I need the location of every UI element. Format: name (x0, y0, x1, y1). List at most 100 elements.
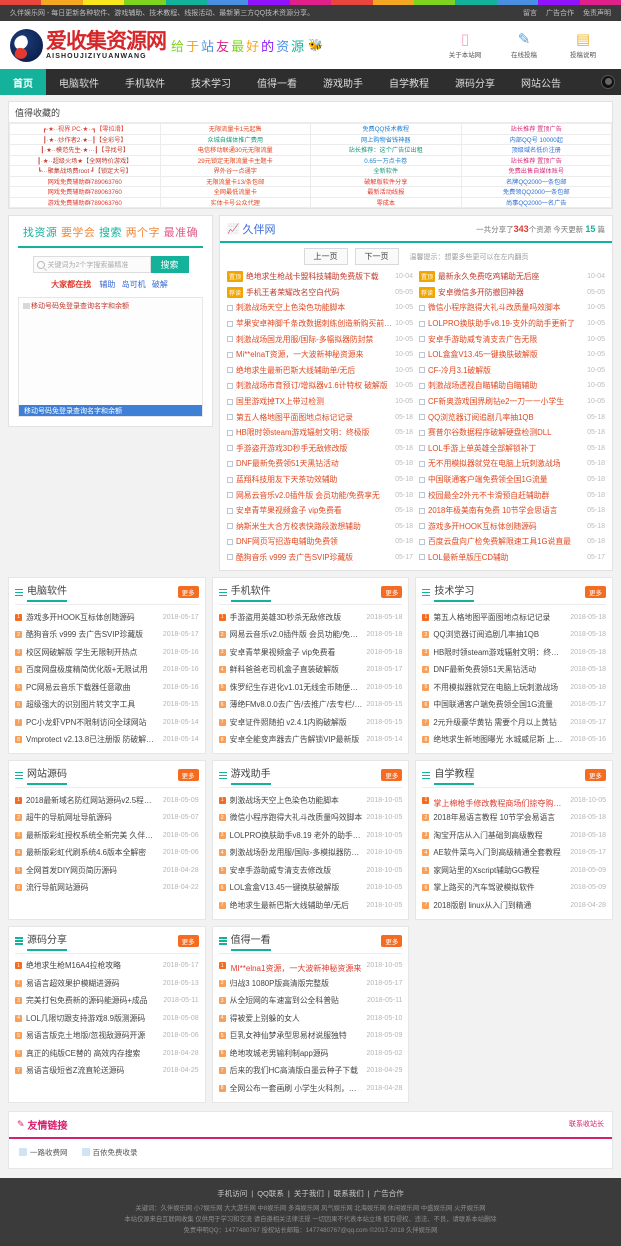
ad-link[interactable]: 网戏免费辅助群789063760 (9, 175, 161, 187)
more-button[interactable]: 更多 (177, 769, 199, 782)
ad-link[interactable]: 零成本 (310, 196, 462, 208)
category-item[interactable]: 3 LOLPRO换肤助手v8.19 老外的助手更新了 2018-10-05 (218, 826, 402, 844)
news-item[interactable]: 酷狗音乐 v999 去广告SVIP珍藏版 05-17 (224, 550, 416, 566)
category-item[interactable]: 7 安卓证件照随拍 v2.4.1内购破解版 2018-05-15 (218, 713, 402, 731)
hot-tag-0[interactable]: 辅助 (99, 280, 115, 289)
ad-link[interactable]: 众城自媒体推广费用 (159, 133, 311, 145)
nav-item-tech-study[interactable]: 技术学习 (178, 69, 244, 95)
news-item[interactable]: 国里游戏掉TX上带过检测 10-05 (224, 394, 416, 410)
ad-link[interactable]: ┗···聚集战场费root ┛【锁定大号】 (9, 165, 161, 177)
more-button[interactable]: 更多 (381, 769, 403, 782)
ad-link[interactable]: 0.65一万点卡卷 (310, 154, 462, 166)
category-item[interactable]: 1 刺激战场天空上色染色功能脚本 2018-10-05 (218, 791, 402, 809)
ad-link[interactable]: 站长推荐：这个广告位出租 (310, 144, 462, 156)
footer-link-ads[interactable]: 广告合作 (374, 1189, 404, 1198)
category-item[interactable]: 6 真正的纯版CE替的 高效内存搜索 2018-04-28 (15, 1044, 199, 1062)
nav-item-pc-software[interactable]: 电脑软件 (46, 69, 112, 95)
news-item[interactable]: 绝地求生最新巴斯大线辅助单/无后 10-05 (224, 363, 416, 379)
ad-link[interactable]: 站长推荐 置顶广告 (460, 154, 612, 166)
news-item[interactable]: 安卓手游助威专清支去广告无限 10-05 (416, 331, 608, 347)
category-item[interactable]: 2 QQ浏览器订阅追剧几率抽1QB 2018-05-18 (422, 626, 606, 644)
category-item[interactable]: 5侏罗纪生存进化v1.01无线金币随便买破解版2018-05-16 (218, 678, 402, 696)
category-item[interactable]: 8 Vmprotect v2.13.8已注册版 防破解程序 2018-05-14 (15, 731, 199, 749)
nav-item-source-share[interactable]: 源码分享 (442, 69, 508, 95)
category-item[interactable]: 5 全网首发DIY网页简历源码 2018-04-28 (15, 861, 199, 879)
ad-link[interactable]: 最新活动线报 (310, 186, 462, 198)
news-item[interactable]: LOL最新单版压CD辅助 05-17 (416, 550, 608, 566)
category-item[interactable]: 8 安卓全能变声器去广告解锁VIP最新版 2018-05-14 (218, 731, 402, 749)
news-item[interactable]: 蓝翔科技朋友下天茶功效辅助 05-18 (224, 472, 416, 488)
topbar-link-ads[interactable]: 广告合作 (546, 8, 574, 18)
category-item[interactable]: 1 绝地求生枪M16A4拉枪攻略 2018-05-17 (15, 957, 199, 975)
news-item[interactable]: HB限时领steam游戏辐射文明：终极版 05-18 (224, 425, 416, 441)
category-item[interactable]: 5 易语言版克土地版/忽视敌源码开源 2018-05-06 (15, 1027, 199, 1045)
friend-link-0[interactable]: 一路收费网 (19, 1147, 68, 1158)
news-item[interactable]: 荐读 手机王者荣耀改名空白代码 05-05 (224, 285, 416, 301)
category-item[interactable]: 6 薄绝FMv8.0.0去广告/去推广/去专栏/完美... 2018-05-15 (218, 696, 402, 714)
news-item[interactable]: 微信小程序跑得大礼斗改质量吗效脚本 10-05 (416, 300, 608, 316)
ad-link[interactable]: 无限流量卡13/条包邮 (159, 175, 311, 187)
category-item[interactable]: 6 LOL盒盒V13.45一键换肤破解版 2018-10-05 (218, 879, 402, 897)
category-item[interactable]: 8绝地求生新地图曝光 水城威尼斯 上百个岛... 2018-05-16 (422, 731, 606, 749)
ad-link[interactable]: 名牌QQ2000一条包邮 (460, 175, 612, 187)
footer-link-mobile[interactable]: 手机访问 (217, 1189, 247, 1198)
news-item[interactable]: DNF最新免费领51天黑钻活动 05-18 (224, 456, 416, 472)
news-item[interactable]: CF-冷月3.1破解版 10-05 (416, 363, 608, 379)
category-item[interactable]: 4 得被爱上别躲的女人 2018-05-10 (218, 1009, 402, 1027)
ad-link[interactable]: 实体卡号公众代理 (159, 196, 311, 208)
header-icon-copyright[interactable]: ▤ 投稿说明 (563, 31, 603, 59)
category-item[interactable]: 7 绝地求生最新巴斯大线辅助单/无后 2018-10-05 (218, 896, 402, 914)
ad-link[interactable]: 内部QQ号 10000起 (460, 133, 612, 145)
ad-link[interactable]: 尚事QQ2000一名广告 (460, 196, 612, 208)
category-item[interactable]: 3 淘宝开店从入门基础到高级教程 2018-05-18 (422, 826, 606, 844)
news-item[interactable]: 2018年极美南有免费 10节学会思语言 05-18 (416, 503, 608, 519)
nav-item-game-helper[interactable]: 游戏助手 (310, 69, 376, 95)
ad-link[interactable]: 破解版软件分享 (310, 175, 462, 187)
promo-banner[interactable]: 移动号码免登录查询名字和余额 移动号码免登录查询名字和余额 (18, 297, 203, 417)
nav-item-mobile-software[interactable]: 手机软件 (112, 69, 178, 95)
category-item[interactable]: 1 2018最新域名防红网站源码v2.5程序源码...2018-05-09 (15, 791, 199, 809)
contact-webmaster-link[interactable]: 联系收站长 (569, 1119, 604, 1129)
category-item[interactable]: 6 流行导航网站源码 2018-04-22 (15, 879, 199, 897)
friend-link-1[interactable]: 百依免费收录 (81, 1147, 138, 1158)
category-item[interactable]: 8全网公布一套画刷 小学生火科剂，大大礼...2018-04-28 (218, 1079, 402, 1097)
category-item[interactable]: 6 掌上路买的汽车驾驶模拟软件 2018-05-09 (422, 879, 606, 897)
category-item[interactable]: 1掌上棉枪手修改教程商场们掠夺购买所有物... 2018-10-05 (422, 791, 606, 809)
category-item[interactable]: 1 游戏多开HOOK互标体创随源码 2018-05-17 (15, 608, 199, 626)
category-item[interactable]: 2 网易云音乐v2.0插件版 会员功能/免费享无 2018-05-18 (218, 626, 402, 644)
category-item[interactable]: 2 2018年易语言教程 10节学会易语言 2018-05-18 (422, 809, 606, 827)
ad-link[interactable]: ┃·★··超级火场★【全网特价游戏】 (9, 154, 161, 166)
news-item[interactable]: LOL盒盒V13.45一键换肤破解版 10-05 (416, 347, 608, 363)
nav-item-worth-seeing[interactable]: 值得一看 (244, 69, 310, 95)
news-item[interactable]: 百度云盘向广检免费解限速工具1G说直最 05-18 (416, 534, 608, 550)
category-item[interactable]: 3 从全短网的车速富到公全科普贴 2018-05-11 (218, 992, 402, 1010)
footer-link-contact[interactable]: 联系我们 (334, 1189, 364, 1198)
category-item[interactable]: 6 超级强大的识别图片转文字工具 2018-05-15 (15, 696, 199, 714)
category-item[interactable]: 6 绝地攻城老男输利制app源码 2018-05-02 (218, 1044, 402, 1062)
footer-link-qq[interactable]: QQ联系 (257, 1189, 284, 1198)
category-item[interactable]: 3 完美打包免费新的源码能源码+成品 2018-05-11 (15, 992, 199, 1010)
more-button[interactable]: 更多 (381, 586, 403, 599)
category-item[interactable]: 4 AE软件菜鸟入门到高级精通全套教程 2018-05-17 (422, 844, 606, 862)
category-item[interactable]: 6 中国联通客户端免费领全国1G流量 2018-05-17 (422, 696, 606, 714)
news-item[interactable]: 安卓青苹果视频盒子 vip免费看 05-18 (224, 503, 416, 519)
hot-tag-1[interactable]: 岛可机 (122, 280, 146, 289)
nav-item-home[interactable]: 首页 (0, 69, 46, 95)
category-item[interactable]: 4 鲜料爸爸老司机盒子直装破解版 2018-05-17 (218, 661, 402, 679)
category-item[interactable]: 3 最新版彩虹授权系统全新完美 久伴亲测买的 ...2018-05-06 (15, 826, 199, 844)
more-button[interactable]: 更多 (585, 769, 607, 782)
topbar-link-message[interactable]: 留言 (523, 8, 537, 18)
news-item[interactable]: 游戏多开HOOK互标体创随源码 05-18 (416, 519, 608, 535)
news-item[interactable]: 网易云音乐v2.0插件版 会员功能/免费享无 05-18 (224, 487, 416, 503)
category-item[interactable]: 3 安卓青苹果视频盒子 vip免费看 2018-05-18 (218, 643, 402, 661)
news-item[interactable]: 中国联通客户端免费领全国1G流量 05-18 (416, 472, 608, 488)
news-item[interactable]: 手游盗开游戏3D秒手无敌修改版 05-18 (224, 441, 416, 457)
category-item[interactable]: 7 易语言级短省Z流直轮送源码 2018-04-25 (15, 1062, 199, 1080)
next-page-button[interactable]: 下一页 (354, 248, 399, 265)
more-button[interactable]: 更多 (381, 934, 403, 947)
hot-tag-2[interactable]: 破解 (152, 280, 168, 289)
ad-link[interactable]: 免费QQ技术教程 (310, 123, 462, 135)
ad-link[interactable]: 界外谷一点通字 (159, 165, 311, 177)
news-item[interactable]: 置顶 绝地求生枪战卡盟科技辅助免费版下载 10-04 (224, 269, 416, 285)
more-button[interactable]: 更多 (177, 586, 199, 599)
